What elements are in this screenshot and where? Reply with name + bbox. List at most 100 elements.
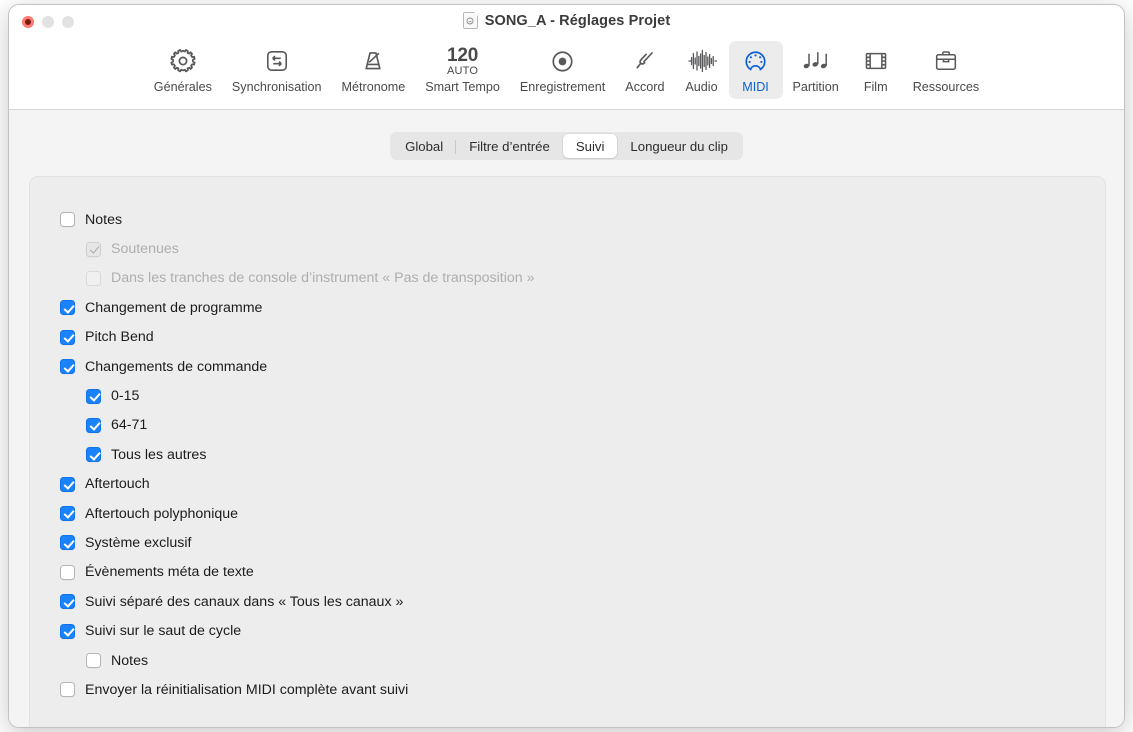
- settings-body: Global Filtre d’entrée Suivi Longueur du…: [9, 110, 1124, 727]
- option-label: 64-71: [111, 417, 148, 434]
- option-row-aftertouch-polyphonique[interactable]: Aftertouch polyphonique: [60, 499, 1105, 528]
- tempo-mode: AUTO: [446, 64, 479, 77]
- toolbar-item-ressources[interactable]: Ressources: [903, 41, 990, 99]
- option-row-suivi-separe-des-canaux[interactable]: Suivi séparé des canaux dans « Tous les …: [60, 587, 1105, 616]
- option-row-notes[interactable]: Notes: [60, 205, 1105, 234]
- option-label: Système exclusif: [85, 534, 192, 551]
- option-row-pitch-bend[interactable]: Pitch Bend: [60, 323, 1105, 352]
- checkbox-evenements-meta-de-texte[interactable]: [60, 564, 75, 580]
- project-settings-window: SONG_A - Réglages Projet Générales Synch…: [8, 4, 1125, 728]
- checkbox-systeme-exclusif[interactable]: [60, 535, 75, 551]
- toolbar-label: Partition: [792, 80, 839, 94]
- toolbar-item-metronome[interactable]: Métronome: [332, 41, 416, 99]
- midi-din-icon: [742, 45, 769, 77]
- toolbar-item-smart-tempo[interactable]: 120 AUTO Smart Tempo: [415, 41, 510, 99]
- tuning-fork-icon: [632, 45, 658, 77]
- checkbox-64-71[interactable]: [86, 417, 101, 433]
- option-label: Évènements méta de texte: [85, 564, 254, 581]
- tab-longueur-du-clip[interactable]: Longueur du clip: [617, 134, 741, 158]
- checkbox-changements-de-commande[interactable]: [60, 359, 75, 375]
- checkbox-pitch-bend[interactable]: [60, 329, 75, 345]
- tab-label: Suivi: [575, 138, 605, 154]
- toolbar-item-partition[interactable]: Partition: [783, 41, 849, 99]
- suivi-settings-card: Notes Soutenues Dans les tranches de con…: [29, 176, 1106, 727]
- toolbar-label: Audio: [685, 80, 718, 94]
- toolbar-label: Générales: [153, 80, 212, 94]
- metronome-icon: [360, 45, 386, 77]
- option-label: Pitch Bend: [85, 329, 154, 346]
- checkbox-notes-saut-de-cycle[interactable]: [86, 653, 101, 669]
- option-label: Aftertouch polyphonique: [85, 505, 239, 522]
- film-strip-icon: [863, 45, 889, 77]
- music-notes-icon: [801, 45, 831, 77]
- toolbar-item-midi[interactable]: MIDI: [728, 41, 783, 99]
- option-label: Envoyer la réinitialisation MIDI complèt…: [85, 681, 409, 698]
- checkbox-notes[interactable]: [60, 212, 75, 228]
- checkbox-0-15[interactable]: [86, 388, 101, 404]
- option-label: Tous les autres: [111, 446, 207, 463]
- tab-label: Global: [405, 138, 444, 154]
- option-label: Aftertouch: [85, 476, 150, 493]
- option-label: Suivi séparé des canaux dans « Tous les …: [85, 593, 404, 610]
- toolbar-label: Synchronisation: [231, 80, 322, 94]
- option-row-pas-de-transposition: Dans les tranches de console d’instrumen…: [60, 264, 1105, 293]
- checkbox-aftertouch[interactable]: [60, 476, 75, 492]
- tab-label: Longueur du clip: [630, 138, 728, 154]
- toolbar-item-enregistrement[interactable]: Enregistrement: [510, 41, 615, 99]
- toolbar-label: Enregistrement: [519, 80, 606, 94]
- checkbox-aftertouch-polyphonique[interactable]: [60, 506, 75, 522]
- settings-toolbar: Générales Synchronisation Métronome 120 …: [9, 41, 1124, 99]
- option-label: Dans les tranches de console d’instrumen…: [111, 270, 535, 287]
- midi-tabbar: Global Filtre d’entrée Suivi Longueur du…: [9, 132, 1124, 160]
- option-row-0-15[interactable]: 0-15: [60, 381, 1105, 410]
- option-label: Soutenues: [111, 241, 179, 258]
- window-title: SONG_A - Réglages Projet: [484, 12, 671, 29]
- checkbox-suivi-sur-le-saut-de-cycle[interactable]: [60, 623, 75, 639]
- waveform-icon: [687, 45, 717, 77]
- option-row-changement-de-programme[interactable]: Changement de programme: [60, 293, 1105, 322]
- option-row-reinitialisation-midi[interactable]: Envoyer la réinitialisation MIDI complèt…: [60, 675, 1105, 704]
- tab-label: Filtre d’entrée: [469, 138, 550, 154]
- toolbar-label: Métronome: [341, 80, 406, 94]
- record-circle-icon: [549, 45, 576, 77]
- gear-icon: [169, 45, 197, 77]
- tab-suivi[interactable]: Suivi: [562, 134, 618, 158]
- checkbox-changement-de-programme[interactable]: [60, 300, 75, 316]
- toolbar-item-film[interactable]: Film: [849, 41, 903, 99]
- tab-global[interactable]: Global: [392, 134, 457, 158]
- toolbar-item-generales[interactable]: Générales: [144, 41, 222, 99]
- option-row-notes-saut-de-cycle[interactable]: Notes: [60, 646, 1105, 675]
- window-title-group: SONG_A - Réglages Projet: [9, 12, 1124, 29]
- option-row-tous-les-autres[interactable]: Tous les autres: [60, 440, 1105, 469]
- option-label: 0-15: [111, 388, 140, 405]
- segmented-control: Global Filtre d’entrée Suivi Longueur du…: [390, 132, 743, 160]
- option-row-soutenues: Soutenues: [60, 234, 1105, 263]
- toolbar-item-audio[interactable]: Audio: [675, 41, 729, 99]
- toolbar-label: Ressources: [912, 80, 980, 94]
- option-label: Suivi sur le saut de cycle: [85, 623, 242, 640]
- tempo-value: 120: [447, 44, 479, 66]
- tempo-icon: 120 AUTO: [447, 45, 478, 77]
- checkbox-tous-les-autres[interactable]: [86, 447, 101, 463]
- checkbox-soutenues: [86, 241, 101, 257]
- option-row-changements-de-commande[interactable]: Changements de commande: [60, 352, 1105, 381]
- option-row-64-71[interactable]: 64-71: [60, 411, 1105, 440]
- option-label: Changement de programme: [85, 299, 263, 316]
- option-row-suivi-sur-le-saut-de-cycle[interactable]: Suivi sur le saut de cycle: [60, 616, 1105, 645]
- option-row-aftertouch[interactable]: Aftertouch: [60, 470, 1105, 499]
- briefcase-icon: [933, 45, 959, 77]
- checkbox-reinitialisation-midi[interactable]: [60, 682, 75, 698]
- option-row-evenements-meta-de-texte[interactable]: Évènements méta de texte: [60, 558, 1105, 587]
- toolbar-item-synchronisation[interactable]: Synchronisation: [222, 41, 332, 99]
- checkbox-pas-de-transposition: [86, 270, 101, 286]
- option-label: Changements de commande: [85, 358, 268, 375]
- tab-filtre-dentree[interactable]: Filtre d’entrée: [456, 134, 563, 158]
- toolbar-item-accord[interactable]: Accord: [615, 41, 674, 99]
- option-row-systeme-exclusif[interactable]: Système exclusif: [60, 528, 1105, 557]
- toolbar-label: Accord: [625, 80, 665, 94]
- document-icon: [462, 12, 478, 29]
- window-titlebar: SONG_A - Réglages Projet Générales Synch…: [9, 5, 1124, 110]
- checkbox-suivi-separe-des-canaux[interactable]: [60, 594, 75, 610]
- toolbar-label: Smart Tempo: [425, 80, 500, 94]
- sync-arrows-icon: [264, 45, 290, 77]
